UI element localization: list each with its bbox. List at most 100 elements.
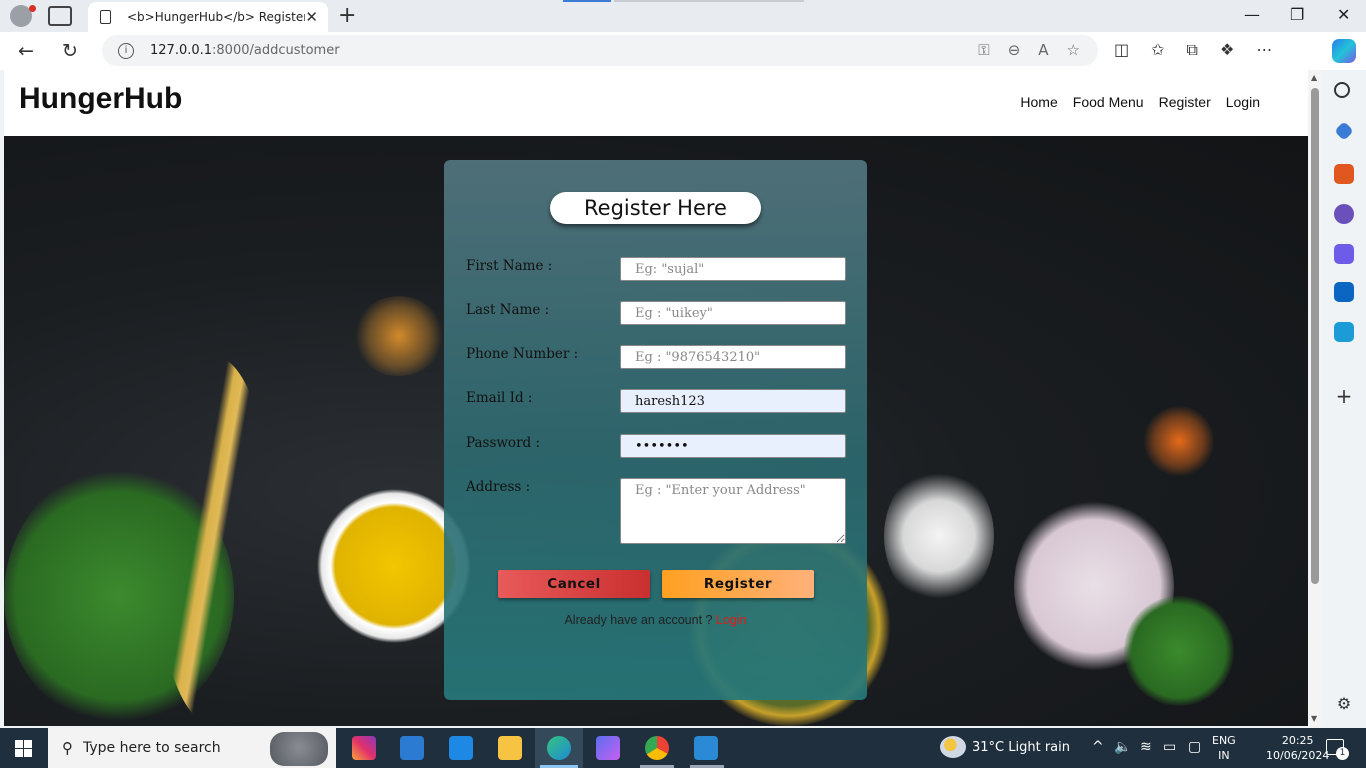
address-bar-row: ← ↻ i 127.0.0.1:8000/addcustomer ⚿ ⊖ A ☆… xyxy=(0,32,1366,70)
address-label: Address : xyxy=(466,479,531,495)
volume-icon[interactable]: 🔈 xyxy=(1114,739,1131,755)
minimize-icon[interactable]: — xyxy=(1244,5,1260,24)
site-logo[interactable]: HungerHub xyxy=(19,82,182,116)
nav-login[interactable]: Login xyxy=(1226,94,1260,110)
close-window-icon[interactable]: ✕ xyxy=(1337,5,1350,24)
url-tools: ⚿ ⊖ A ☆ xyxy=(978,41,1080,59)
phone-input[interactable] xyxy=(620,345,846,369)
close-tab-icon[interactable]: ✕ xyxy=(305,8,318,26)
email-row: Email Id : xyxy=(466,389,846,413)
address-textarea[interactable] xyxy=(620,478,846,544)
microsoft-store-icon[interactable] xyxy=(400,736,424,760)
shopping-tag-icon[interactable] xyxy=(1334,121,1354,141)
network-icon[interactable]: ≋ xyxy=(1140,739,1152,755)
device-icon[interactable]: ▢ xyxy=(1188,739,1201,755)
favorites-icon[interactable]: ✩ xyxy=(1151,40,1164,60)
main-nav: Home Food Menu Register Login xyxy=(1020,94,1260,110)
file-explorer-icon[interactable] xyxy=(498,736,522,760)
last-name-label: Last Name : xyxy=(466,302,550,318)
scrollbar-thumb[interactable] xyxy=(1311,88,1319,584)
new-tab-button[interactable]: + xyxy=(338,3,356,28)
games-icon[interactable] xyxy=(1334,204,1354,224)
taskbar-search[interactable]: ⚲ Type here to search xyxy=(48,728,336,768)
notification-badge: 1 xyxy=(1336,747,1349,760)
tab-indicator xyxy=(563,0,611,2)
windows-taskbar: ⚲ Type here to search 31°C Light rain ^ … xyxy=(0,728,1366,768)
more-menu-icon[interactable]: ⋯ xyxy=(1256,40,1272,60)
windows-start-icon[interactable] xyxy=(15,740,32,757)
settings-gear-icon[interactable]: ⚙ xyxy=(1334,694,1354,714)
battery-icon[interactable]: ▭ xyxy=(1163,739,1176,755)
tray-chevron-icon[interactable]: ^ xyxy=(1092,739,1104,755)
register-card: Register Here First Name : Last Name : P… xyxy=(444,160,867,700)
first-name-input[interactable] xyxy=(620,257,846,281)
lentils-image xyxy=(1144,406,1214,476)
already-account-text: Already have an account ? Login xyxy=(444,613,867,627)
scroll-down-icon[interactable]: ▼ xyxy=(1311,714,1317,723)
scroll-up-icon[interactable]: ▲ xyxy=(1311,73,1317,82)
extensions-icon[interactable]: ❖ xyxy=(1220,40,1234,60)
last-name-row: Last Name : xyxy=(466,301,846,325)
send-icon[interactable] xyxy=(1334,322,1354,342)
search-highlight-image xyxy=(270,732,328,766)
site-header: HungerHub Home Food Menu Register Login xyxy=(4,70,1308,136)
password-input[interactable] xyxy=(620,434,846,458)
weather-text[interactable]: 31°C Light rain xyxy=(972,740,1070,755)
nav-home[interactable]: Home xyxy=(1020,94,1057,110)
url-text: 127.0.0.1:8000/addcustomer xyxy=(150,43,340,58)
taskbar-search-placeholder: Type here to search xyxy=(83,740,221,756)
edge-sidebar: + ⚙ xyxy=(1322,70,1366,726)
password-label: Password : xyxy=(466,435,540,451)
zoom-out-icon[interactable]: ⊖ xyxy=(1008,41,1021,59)
chrome-icon[interactable] xyxy=(645,736,669,760)
last-name-input[interactable] xyxy=(620,301,846,325)
language-indicator[interactable]: ENG IN xyxy=(1212,733,1236,763)
split-screen-icon[interactable]: ◫ xyxy=(1114,40,1129,60)
search-icon[interactable] xyxy=(1334,82,1350,98)
instagram-icon[interactable] xyxy=(352,736,376,760)
browser-tab-bar: <b>HungerHub</b> Register ✕ + — ❐ ✕ xyxy=(0,0,1366,32)
email-label: Email Id : xyxy=(466,390,533,406)
cancel-button[interactable]: Cancel xyxy=(498,570,650,598)
clipchamp-icon[interactable] xyxy=(596,736,620,760)
first-name-label: First Name : xyxy=(466,258,553,274)
nav-register[interactable]: Register xyxy=(1159,94,1211,110)
copilot-icon[interactable] xyxy=(1332,39,1356,63)
edge-browser-icon[interactable] xyxy=(547,736,571,760)
add-icon[interactable]: + xyxy=(1334,386,1354,406)
vscode-icon[interactable] xyxy=(694,736,718,760)
form-title: Register Here xyxy=(550,192,761,224)
page-scrollbar[interactable]: ▲ ▼ xyxy=(1308,70,1322,726)
page-icon xyxy=(100,10,111,24)
spaghetti-image xyxy=(154,356,274,726)
notification-dot xyxy=(29,5,36,12)
refresh-icon[interactable]: ↻ xyxy=(62,40,78,62)
phone-label: Phone Number : xyxy=(466,346,579,362)
restore-icon[interactable]: ❐ xyxy=(1290,5,1304,24)
tab-title: <b>HungerHub</b> Register xyxy=(127,10,306,24)
mail-icon[interactable] xyxy=(449,736,473,760)
clock[interactable]: 20:25 10/06/2024 xyxy=(1266,733,1329,763)
search-icon: ⚲ xyxy=(62,739,73,757)
nav-food-menu[interactable]: Food Menu xyxy=(1073,94,1144,110)
browser-tab-active[interactable]: <b>HungerHub</b> Register ✕ xyxy=(88,2,328,32)
url-input[interactable]: i 127.0.0.1:8000/addcustomer ⚿ ⊖ A ☆ xyxy=(102,35,1098,66)
tools-icon[interactable] xyxy=(1334,164,1354,184)
m365-icon[interactable] xyxy=(1334,244,1354,264)
collections-icon[interactable]: ⧉ xyxy=(1187,40,1198,60)
login-link[interactable]: Login xyxy=(716,613,747,627)
weather-rain-icon[interactable] xyxy=(940,736,966,758)
url-host: 127.0.0.1 xyxy=(150,43,213,58)
key-icon[interactable]: ⚿ xyxy=(978,41,989,59)
email-input[interactable] xyxy=(620,389,846,413)
already-account-label: Already have an account ? xyxy=(564,613,716,627)
outlook-icon[interactable] xyxy=(1334,282,1354,302)
site-info-icon[interactable]: i xyxy=(118,42,134,59)
register-button[interactable]: Register xyxy=(662,570,814,598)
back-icon[interactable]: ← xyxy=(18,40,34,62)
spice-pile-image xyxy=(354,296,444,376)
tab-actions-icon[interactable] xyxy=(48,6,72,26)
hero-background-image: Register Here First Name : Last Name : P… xyxy=(4,136,1308,726)
favorite-star-icon[interactable]: ☆ xyxy=(1067,41,1080,59)
read-aloud-icon[interactable]: A xyxy=(1038,41,1048,59)
